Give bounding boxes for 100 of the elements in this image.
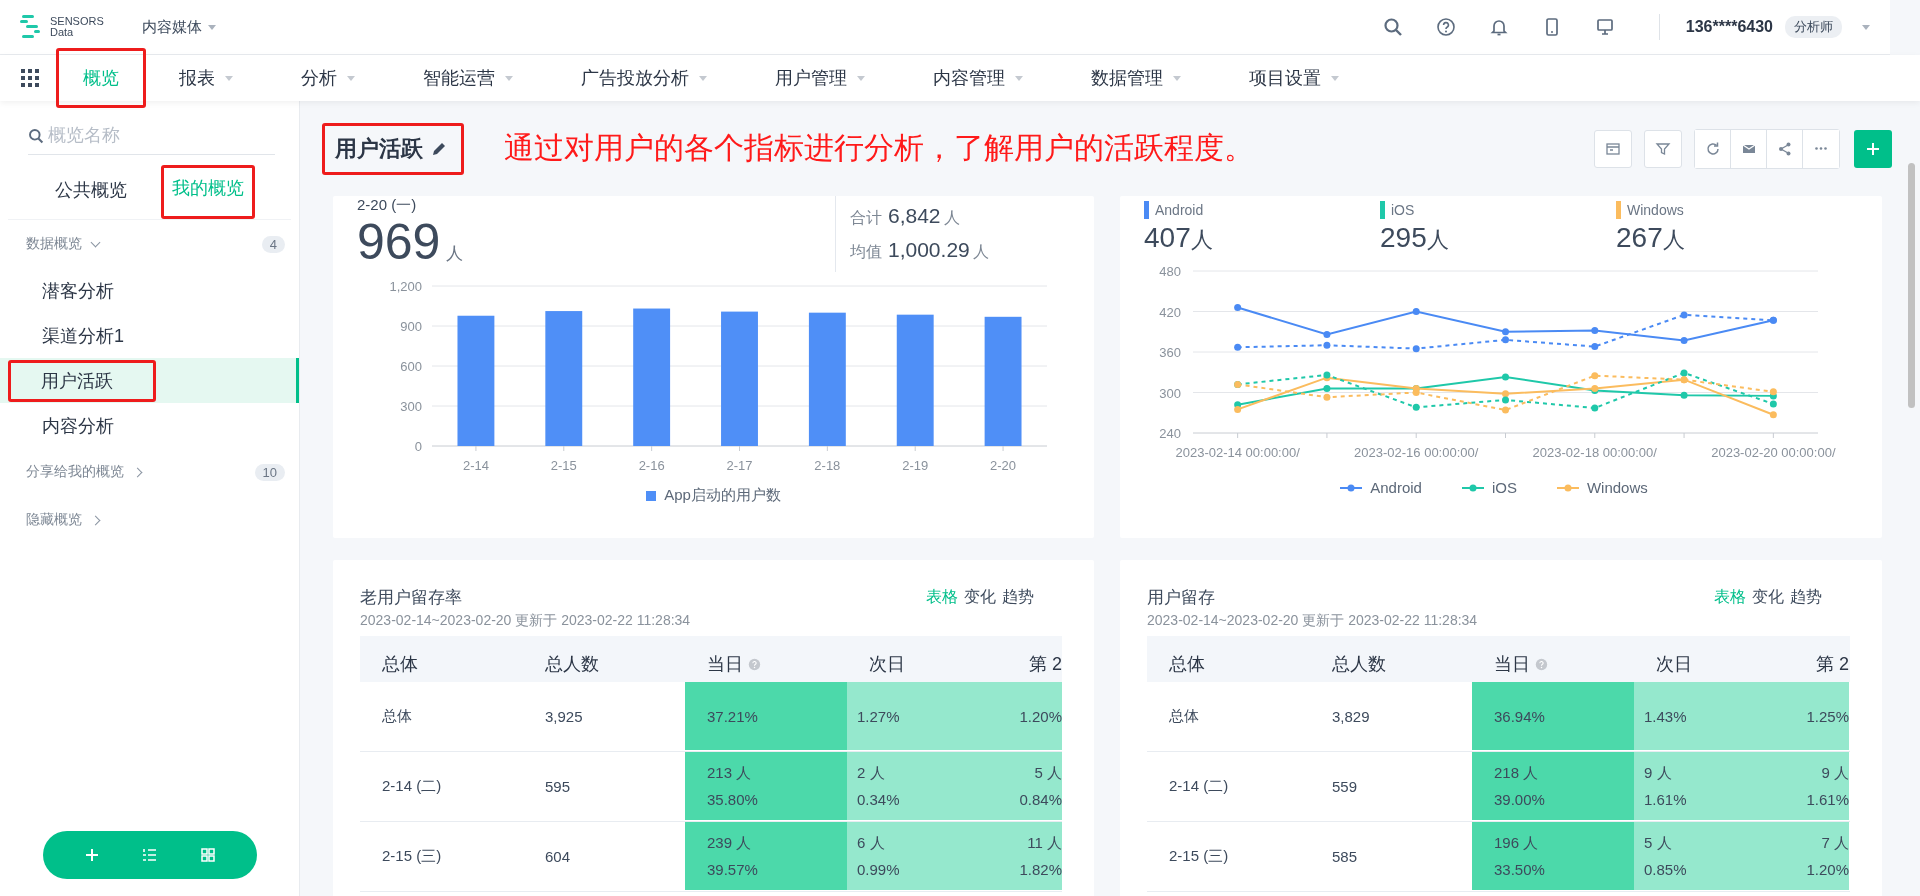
column-header: 当日 <box>1494 653 1530 676</box>
unit-label: 人 <box>943 208 960 228</box>
axis-label: 300 <box>400 399 422 414</box>
axis-label: 2-19 <box>902 458 929 473</box>
card-title: 用户留存 <box>1147 587 1216 609</box>
card-title: 老用户留存率 <box>360 587 463 609</box>
table-cell-text: 2-14 (二) <box>1169 777 1230 796</box>
rate-text: 0.85% <box>1644 861 1688 878</box>
title-text: 用户活跃 <box>335 134 423 163</box>
legend-label: Android <box>1370 479 1422 496</box>
count-text: 218 人 <box>1494 764 1540 783</box>
table-cell-text: 3,925 <box>545 708 584 725</box>
total-value: 969 <box>357 214 441 270</box>
count-text: 239 人 <box>707 834 753 853</box>
table-cell-text: 总体 <box>1169 707 1200 726</box>
rate-text: 0.99% <box>857 861 901 878</box>
axis-label: 2023-02-20 00:00:00/ <box>1711 445 1836 460</box>
count-badge: 10 <box>254 463 285 481</box>
table-cell-text: 559 <box>1332 778 1359 795</box>
annotation-text: 通过对用户的各个指标进行分析，了解用户的活跃程度。 <box>504 130 1255 166</box>
logo-subtext: Data <box>50 27 75 38</box>
table-cell-text: 595 <box>545 778 572 795</box>
platform-label: iOS <box>1391 202 1415 218</box>
rate-text: 33.50% <box>1494 861 1546 878</box>
stat-label: 均值 <box>850 242 882 262</box>
unit-label: 人 <box>446 243 464 265</box>
table-cell-text: 2-15 (三) <box>1169 847 1230 866</box>
table-cell-text: 总体 <box>382 707 413 726</box>
axis-label: 1,200 <box>389 279 422 294</box>
table-cell-text: 585 <box>1332 848 1359 865</box>
axis-label: 2-20 <box>990 458 1017 473</box>
legend-label: App启动的用户数 <box>664 486 781 505</box>
legend-label: Windows <box>1586 479 1648 496</box>
rate-text: 39.57% <box>707 861 759 878</box>
count-text: 9 人 <box>1644 764 1673 783</box>
table-cell-text: 3,829 <box>1332 708 1371 725</box>
card-subtitle: 2023-02-14~2023-02-20 更新于 2023-02-22 11:28:34 <box>360 612 691 630</box>
axis-label: 900 <box>400 319 422 334</box>
platform-label: Windows <box>1627 202 1684 218</box>
axis-label: 420 <box>1159 304 1181 320</box>
stat-label: 合计 <box>850 208 882 228</box>
count-text: 6 人 <box>857 834 886 853</box>
axis-label: 2023-02-14 00:00:00/ <box>1175 445 1300 460</box>
table-cell-text: 604 <box>545 848 572 865</box>
rate-text: 1.27% <box>857 707 901 725</box>
logo-text: SENSORS <box>50 16 104 27</box>
date-label: 2-20 (一) <box>357 196 418 214</box>
axis-label: 2-18 <box>814 458 841 473</box>
column-header: 总人数 <box>1332 653 1386 676</box>
platform-label: Android <box>1155 202 1204 218</box>
rate-text: 0.84% <box>1019 791 1062 808</box>
stat-value: 1,000.29 <box>888 238 970 262</box>
unit-label: 人 <box>1662 227 1685 252</box>
table-cell-text: 2-15 (三) <box>382 847 443 866</box>
rate-text: 35.80% <box>707 791 759 808</box>
rate-text: 0.34% <box>857 791 901 808</box>
rate-text: 1.20% <box>1019 707 1062 725</box>
column-header: 当日 <box>707 653 743 676</box>
rate-text: 39.00% <box>1494 791 1546 808</box>
rate-text: 1.61% <box>1806 791 1849 808</box>
axis-label: 2-15 <box>550 458 577 473</box>
axis-label: 240 <box>1159 426 1181 441</box>
count-text: 9 人 <box>1821 764 1849 783</box>
axis-label: 2-14 <box>462 458 489 473</box>
rate-text: 1.25% <box>1806 707 1849 725</box>
column-header: 次日 <box>869 653 905 676</box>
axis-label: 360 <box>1159 345 1181 360</box>
axis-label: 2023-02-18 00:00:00/ <box>1532 445 1657 460</box>
platform-value: 295 <box>1380 222 1427 253</box>
column-header: 总体 <box>382 653 418 676</box>
rate-text: 1.20% <box>1806 861 1849 878</box>
axis-label: 600 <box>400 359 422 374</box>
rate-text: 36.94% <box>1494 707 1546 725</box>
unit-label: 人 <box>972 242 989 262</box>
rate-text: 1.61% <box>1644 791 1688 808</box>
count-text: 2 人 <box>857 764 886 783</box>
axis-label: 480 <box>1159 264 1181 279</box>
axis-label: 2-16 <box>638 458 665 473</box>
table-cell-text: 2-14 (二) <box>382 777 443 796</box>
column-header: 总人数 <box>545 653 599 676</box>
count-text: 213 人 <box>707 764 753 783</box>
axis-label: 2-17 <box>726 458 753 473</box>
column-header: 第 2 <box>1816 653 1849 676</box>
count-text: 196 人 <box>1494 834 1540 853</box>
legend-label: iOS <box>1491 479 1517 496</box>
unit-label: 人 <box>1426 227 1449 252</box>
axis-label: 0 <box>414 439 422 454</box>
card-subtitle: 2023-02-14~2023-02-20 更新于 2023-02-22 11:28:34 <box>1147 612 1478 630</box>
count-text: 11 人 <box>1027 834 1062 853</box>
rate-text: 37.21% <box>707 707 759 725</box>
count-text: 5 人 <box>1034 764 1062 783</box>
count-text: 7 人 <box>1821 834 1849 853</box>
platform-value: 407 <box>1144 222 1191 253</box>
stat-value: 6,842 <box>888 204 941 228</box>
column-header: 次日 <box>1656 653 1692 676</box>
count-text: 5 人 <box>1644 834 1673 853</box>
rate-text: 1.43% <box>1644 707 1688 725</box>
column-header: 第 2 <box>1029 653 1062 676</box>
platform-value: 267 <box>1616 222 1663 253</box>
count-badge: 4 <box>261 235 285 253</box>
